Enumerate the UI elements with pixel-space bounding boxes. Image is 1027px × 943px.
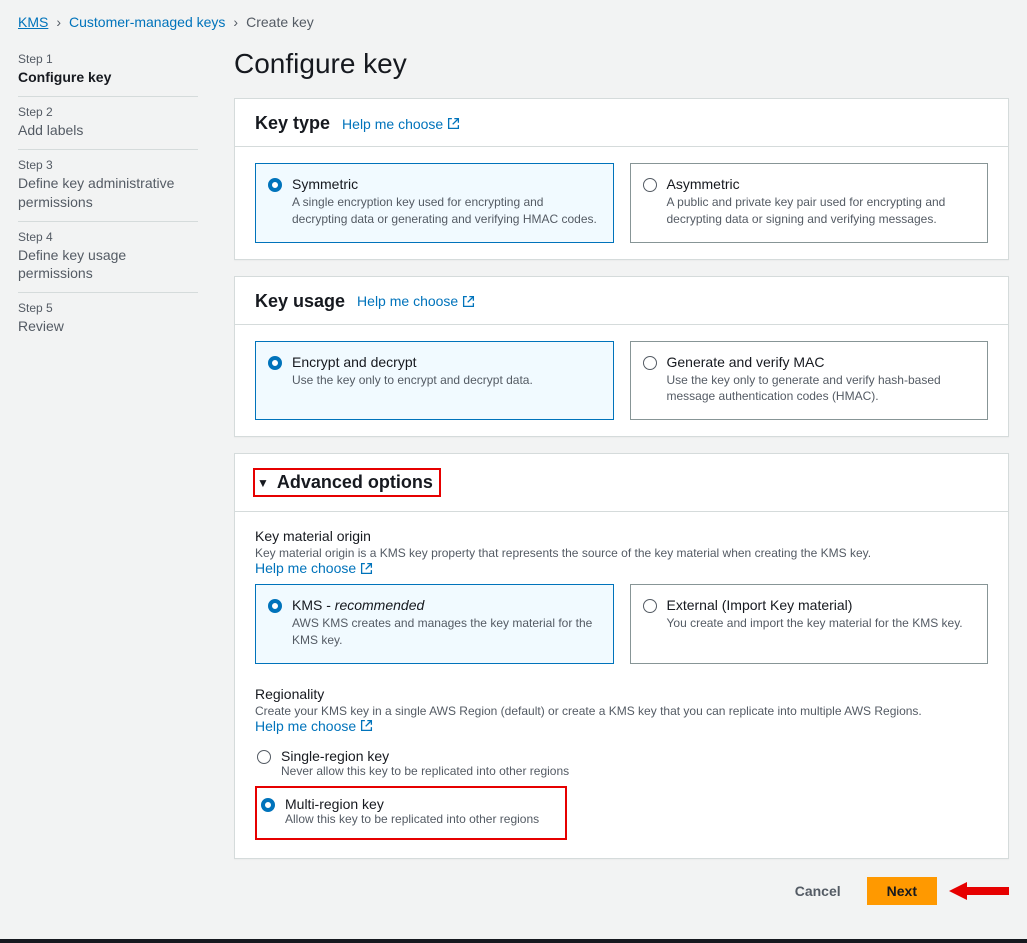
wizard-steps: Step 1 Configure key Step 2 Add labels S… xyxy=(18,44,198,345)
step-title: Define key administrative permissions xyxy=(18,174,198,210)
step-title: Add labels xyxy=(18,121,198,139)
radio-icon xyxy=(268,178,282,192)
desc-text: Create your KMS key in a single AWS Regi… xyxy=(255,704,922,718)
radio-icon xyxy=(257,750,271,764)
option-desc: A single encryption key used for encrypt… xyxy=(292,194,599,228)
breadcrumb: KMS › Customer-managed keys › Create key xyxy=(18,14,1009,30)
radio-icon xyxy=(268,356,282,370)
regionality-multi[interactable]: Multi-region key Allow this key to be re… xyxy=(259,790,541,832)
step-admin-permissions[interactable]: Step 3 Define key administrative permiss… xyxy=(18,150,198,221)
help-me-choose-link[interactable]: Help me choose xyxy=(255,560,373,576)
option-desc: Never allow this key to be replicated in… xyxy=(281,764,569,778)
cancel-button[interactable]: Cancel xyxy=(775,877,861,905)
radio-icon xyxy=(261,798,275,812)
page-title: Configure key xyxy=(234,48,1009,80)
chevron-right-icon: › xyxy=(56,14,61,30)
option-desc: Use the key only to encrypt and decrypt … xyxy=(292,372,533,389)
step-usage-permissions[interactable]: Step 4 Define key usage permissions xyxy=(18,222,198,293)
annotation-highlight: ▼ Advanced options xyxy=(253,468,441,497)
next-button[interactable]: Next xyxy=(867,877,937,905)
advanced-heading: Advanced options xyxy=(277,472,433,493)
breadcrumb-root[interactable]: KMS xyxy=(18,14,48,30)
radio-icon xyxy=(643,356,657,370)
annotation-arrow xyxy=(949,880,1009,902)
desc-text: Key material origin is a KMS key propert… xyxy=(255,546,871,560)
caret-down-icon: ▼ xyxy=(257,476,269,490)
regionality-section: Regionality Create your KMS key in a sin… xyxy=(235,670,1008,858)
key-material-origin-section: Key material origin Key material origin … xyxy=(235,512,1008,670)
section-title: Key material origin xyxy=(255,528,988,544)
radio-icon xyxy=(643,599,657,613)
section-desc: Create your KMS key in a single AWS Regi… xyxy=(255,704,988,734)
option-desc: AWS KMS creates and manages the key mate… xyxy=(292,615,599,649)
option-title: Single-region key xyxy=(281,748,569,764)
key-type-heading: Key type xyxy=(255,113,330,134)
section-title: Regionality xyxy=(255,686,988,702)
option-title: Symmetric xyxy=(292,176,599,192)
step-number: Step 4 xyxy=(18,230,198,244)
help-label: Help me choose xyxy=(342,116,443,132)
help-label: Help me choose xyxy=(255,718,356,734)
option-title: External (Import Key material) xyxy=(667,597,963,613)
step-title: Define key usage permissions xyxy=(18,246,198,282)
key-type-asymmetric[interactable]: Asymmetric A public and private key pair… xyxy=(630,163,989,243)
help-me-choose-link[interactable]: Help me choose xyxy=(342,116,460,132)
step-number: Step 3 xyxy=(18,158,198,172)
help-me-choose-link[interactable]: Help me choose xyxy=(255,718,373,734)
key-type-panel: Key type Help me choose Symmetric A sing… xyxy=(234,98,1009,260)
option-desc: A public and private key pair used for e… xyxy=(667,194,974,228)
step-number: Step 2 xyxy=(18,105,198,119)
key-usage-heading: Key usage xyxy=(255,291,345,312)
key-usage-encrypt[interactable]: Encrypt and decrypt Use the key only to … xyxy=(255,341,614,421)
option-desc: Use the key only to generate and verify … xyxy=(667,372,974,406)
annotation-highlight: Multi-region key Allow this key to be re… xyxy=(255,786,567,840)
option-title: Generate and verify MAC xyxy=(667,354,974,370)
option-title: KMS - recommended xyxy=(292,597,599,613)
radio-icon xyxy=(268,599,282,613)
key-usage-panel: Key usage Help me choose Encrypt and dec… xyxy=(234,276,1009,438)
chevron-right-icon: › xyxy=(233,14,238,30)
external-link-icon xyxy=(447,117,460,130)
step-add-labels[interactable]: Step 2 Add labels xyxy=(18,97,198,150)
step-number: Step 5 xyxy=(18,301,198,315)
section-desc: Key material origin is a KMS key propert… xyxy=(255,546,988,576)
window-bottom-bar xyxy=(0,939,1027,943)
advanced-options-panel: ▼ Advanced options Key material origin K… xyxy=(234,453,1009,859)
origin-kms[interactable]: KMS - recommended AWS KMS creates and ma… xyxy=(255,584,614,664)
origin-external[interactable]: External (Import Key material) You creat… xyxy=(630,584,989,664)
option-title: Multi-region key xyxy=(285,796,539,812)
help-label: Help me choose xyxy=(357,293,458,309)
step-review[interactable]: Step 5 Review xyxy=(18,293,198,345)
external-link-icon xyxy=(462,295,475,308)
option-desc: You create and import the key material f… xyxy=(667,615,963,632)
step-title: Review xyxy=(18,317,198,335)
help-label: Help me choose xyxy=(255,560,356,576)
key-type-symmetric[interactable]: Symmetric A single encryption key used f… xyxy=(255,163,614,243)
breadcrumb-parent[interactable]: Customer-managed keys xyxy=(69,14,225,30)
option-title: Encrypt and decrypt xyxy=(292,354,533,370)
option-title: Asymmetric xyxy=(667,176,974,192)
wizard-footer: Cancel Next xyxy=(234,877,1009,905)
external-link-icon xyxy=(360,562,373,575)
step-configure-key[interactable]: Step 1 Configure key xyxy=(18,44,198,97)
radio-icon xyxy=(643,178,657,192)
step-title: Configure key xyxy=(18,68,198,86)
advanced-options-toggle[interactable]: ▼ Advanced options xyxy=(235,454,1008,512)
help-me-choose-link[interactable]: Help me choose xyxy=(357,293,475,309)
key-usage-mac[interactable]: Generate and verify MAC Use the key only… xyxy=(630,341,989,421)
step-number: Step 1 xyxy=(18,52,198,66)
external-link-icon xyxy=(360,719,373,732)
regionality-single[interactable]: Single-region key Never allow this key t… xyxy=(255,742,988,784)
breadcrumb-current: Create key xyxy=(246,14,314,30)
